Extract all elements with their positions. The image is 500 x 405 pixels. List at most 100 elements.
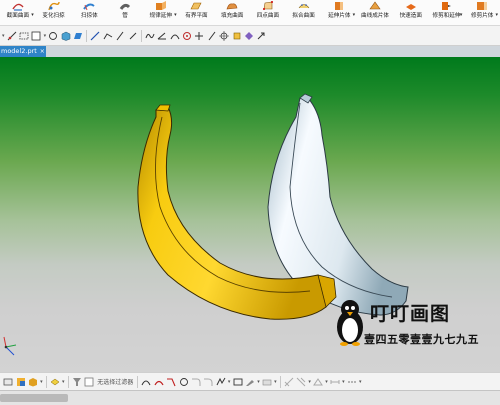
circle-icon[interactable] — [179, 377, 189, 387]
swept-label: 扫掠体 — [80, 13, 98, 19]
menu-caret[interactable]: ▾ — [62, 379, 65, 385]
variational-sweep-label: 变化扫掠 — [42, 13, 65, 19]
extend-sheet-icon — [335, 2, 344, 10]
horizontal-scrollbar[interactable] — [0, 394, 68, 402]
line-segment-icon[interactable] — [115, 31, 125, 41]
bottom-toolbar: ▾ ▾ 无选择过滤器 ▾ ▾ ▾ ▾ ▾ ▾ ▾ — [0, 372, 500, 390]
chevron-down-icon[interactable]: ▾ — [353, 13, 356, 18]
tab-model2[interactable]: model2.prt × — [0, 46, 46, 57]
red-curve-icon[interactable] — [154, 377, 164, 387]
chevron-down-icon[interactable]: ▾ — [460, 13, 463, 18]
menu-caret[interactable]: ▾ — [325, 379, 328, 385]
four-point-surface-button[interactable]: 四点曲面 — [250, 0, 286, 25]
rect-select-icon[interactable] — [31, 31, 41, 41]
section-surface-icon — [12, 3, 24, 11]
dashed-rect-icon[interactable] — [19, 31, 29, 41]
bounded-plane-button[interactable]: 有界平面 — [179, 0, 215, 25]
menu-caret[interactable]: ▾ — [257, 379, 260, 385]
graphics-viewport[interactable]: 叮叮画图 壹四五零壹壹九七九五 — [0, 57, 500, 372]
rapid-surfacing-button[interactable]: 快速造面 — [393, 0, 429, 25]
trim-extend-icon — [442, 2, 452, 10]
watermark: 叮叮画图 壹四五零壹壹九七九五 — [330, 297, 479, 357]
fill-surface-icon — [226, 3, 238, 10]
curve-icon[interactable] — [170, 31, 180, 41]
surface-ribbon: 截面曲面 ▾ 变化扫掠 扫掠体 管 规律延伸 ▾ 有界平面 填充曲面 四点曲面 … — [0, 0, 500, 26]
toolbar-divider — [86, 29, 88, 42]
layer-icon[interactable] — [50, 377, 60, 387]
rapid-surfacing-icon — [405, 4, 416, 10]
curve-to-sheet-button[interactable]: 曲线成片体 — [357, 0, 393, 25]
menu-caret[interactable]: ▾ — [44, 33, 47, 39]
section-surface-button[interactable]: 截面曲面 ▾ — [0, 0, 36, 25]
render-style-icon[interactable] — [16, 377, 26, 387]
corner-icon[interactable] — [166, 377, 176, 387]
trim-extend-button[interactable]: 修剪和延伸 ▾ — [429, 0, 465, 25]
document-tab-strip: model2.prt × — [0, 46, 500, 57]
trim-sheet-button[interactable]: 修剪片体 ▾ — [464, 0, 500, 25]
dimension-icon[interactable] — [262, 377, 272, 387]
tube-button[interactable]: 管 — [107, 0, 143, 25]
variational-sweep-button[interactable]: 变化扫掠 — [36, 0, 72, 25]
polyline-icon[interactable] — [103, 31, 113, 41]
view-triad-icon[interactable] — [0, 329, 20, 359]
solid-icon[interactable] — [61, 31, 71, 41]
close-icon[interactable]: × — [40, 48, 45, 55]
diamond-icon[interactable] — [244, 31, 254, 41]
angle-icon[interactable] — [157, 31, 167, 41]
filter-label[interactable]: 无选择过滤器 — [97, 377, 133, 386]
bounded-plane-icon — [190, 2, 202, 10]
menu-caret[interactable]: ▾ — [228, 379, 231, 385]
corner-icon[interactable] — [191, 377, 201, 387]
dots-icon[interactable] — [347, 377, 357, 387]
arc-icon[interactable] — [141, 377, 151, 387]
rapid-surfacing-label: 快速造面 — [399, 13, 422, 19]
rectangle-icon[interactable] — [233, 377, 243, 387]
fit-surface-icon — [298, 4, 309, 9]
spline-icon[interactable] — [145, 31, 155, 41]
target-icon[interactable] — [182, 31, 192, 41]
bounded-plane-label: 有界平面 — [185, 13, 208, 19]
menu-caret[interactable]: ▾ — [2, 33, 5, 39]
curve-to-sheet-label: 曲线成片体 — [361, 13, 390, 19]
fill-surface-button[interactable]: 填充曲面 — [214, 0, 250, 25]
view-icon[interactable] — [3, 377, 13, 387]
sketch-icon[interactable] — [7, 31, 17, 41]
extend-sheet-button[interactable]: 延伸片体 ▾ — [321, 0, 357, 25]
snap-icon[interactable] — [284, 377, 294, 387]
circle-icon[interactable] — [48, 31, 58, 41]
menu-caret[interactable]: ▾ — [308, 379, 311, 385]
line-icon[interactable] — [90, 31, 100, 41]
menu-caret[interactable]: ▾ — [274, 379, 277, 385]
law-extension-label: 规律延伸 — [149, 13, 172, 19]
constraint-icon[interactable] — [313, 377, 323, 387]
select-icon[interactable] — [84, 377, 94, 387]
fit-surface-label: 拟合曲面 — [292, 13, 315, 19]
face-icon[interactable] — [73, 31, 83, 41]
menu-caret[interactable]: ▾ — [40, 379, 43, 385]
trim-curve-icon[interactable] — [216, 377, 226, 387]
measure-icon[interactable] — [330, 377, 340, 387]
plus-icon[interactable] — [194, 31, 204, 41]
snap-icon[interactable] — [296, 377, 306, 387]
menu-caret[interactable]: ▾ — [342, 379, 345, 385]
chevron-down-icon[interactable]: ▾ — [31, 13, 34, 18]
watermark-title: 叮叮画图 — [370, 303, 451, 325]
nx-window: 截面曲面 ▾ 变化扫掠 扫掠体 管 规律延伸 ▾ 有界平面 填充曲面 四点曲面 … — [0, 0, 500, 405]
arrow-icon[interactable] — [256, 31, 266, 41]
snap-point-icon[interactable] — [232, 31, 242, 41]
chevron-down-icon[interactable]: ▾ — [496, 13, 499, 18]
filter-icon[interactable] — [72, 377, 82, 387]
pen-icon[interactable] — [245, 377, 255, 387]
chevron-down-icon[interactable]: ▾ — [174, 13, 177, 18]
selection-toolbar: ▾ ▾ — [0, 26, 500, 46]
swept-button[interactable]: 扫掠体 — [71, 0, 107, 25]
slash-icon[interactable] — [207, 31, 217, 41]
fit-surface-button[interactable]: 拟合曲面 — [286, 0, 322, 25]
corner-icon[interactable] — [203, 377, 213, 387]
law-extension-button[interactable]: 规律延伸 ▾ — [143, 0, 179, 25]
menu-caret[interactable]: ▾ — [359, 379, 362, 385]
shaded-icon[interactable] — [28, 377, 38, 387]
crosshair-icon[interactable] — [219, 30, 230, 41]
diagonal-line-icon[interactable] — [128, 31, 138, 41]
toolbar-divider — [279, 375, 281, 388]
